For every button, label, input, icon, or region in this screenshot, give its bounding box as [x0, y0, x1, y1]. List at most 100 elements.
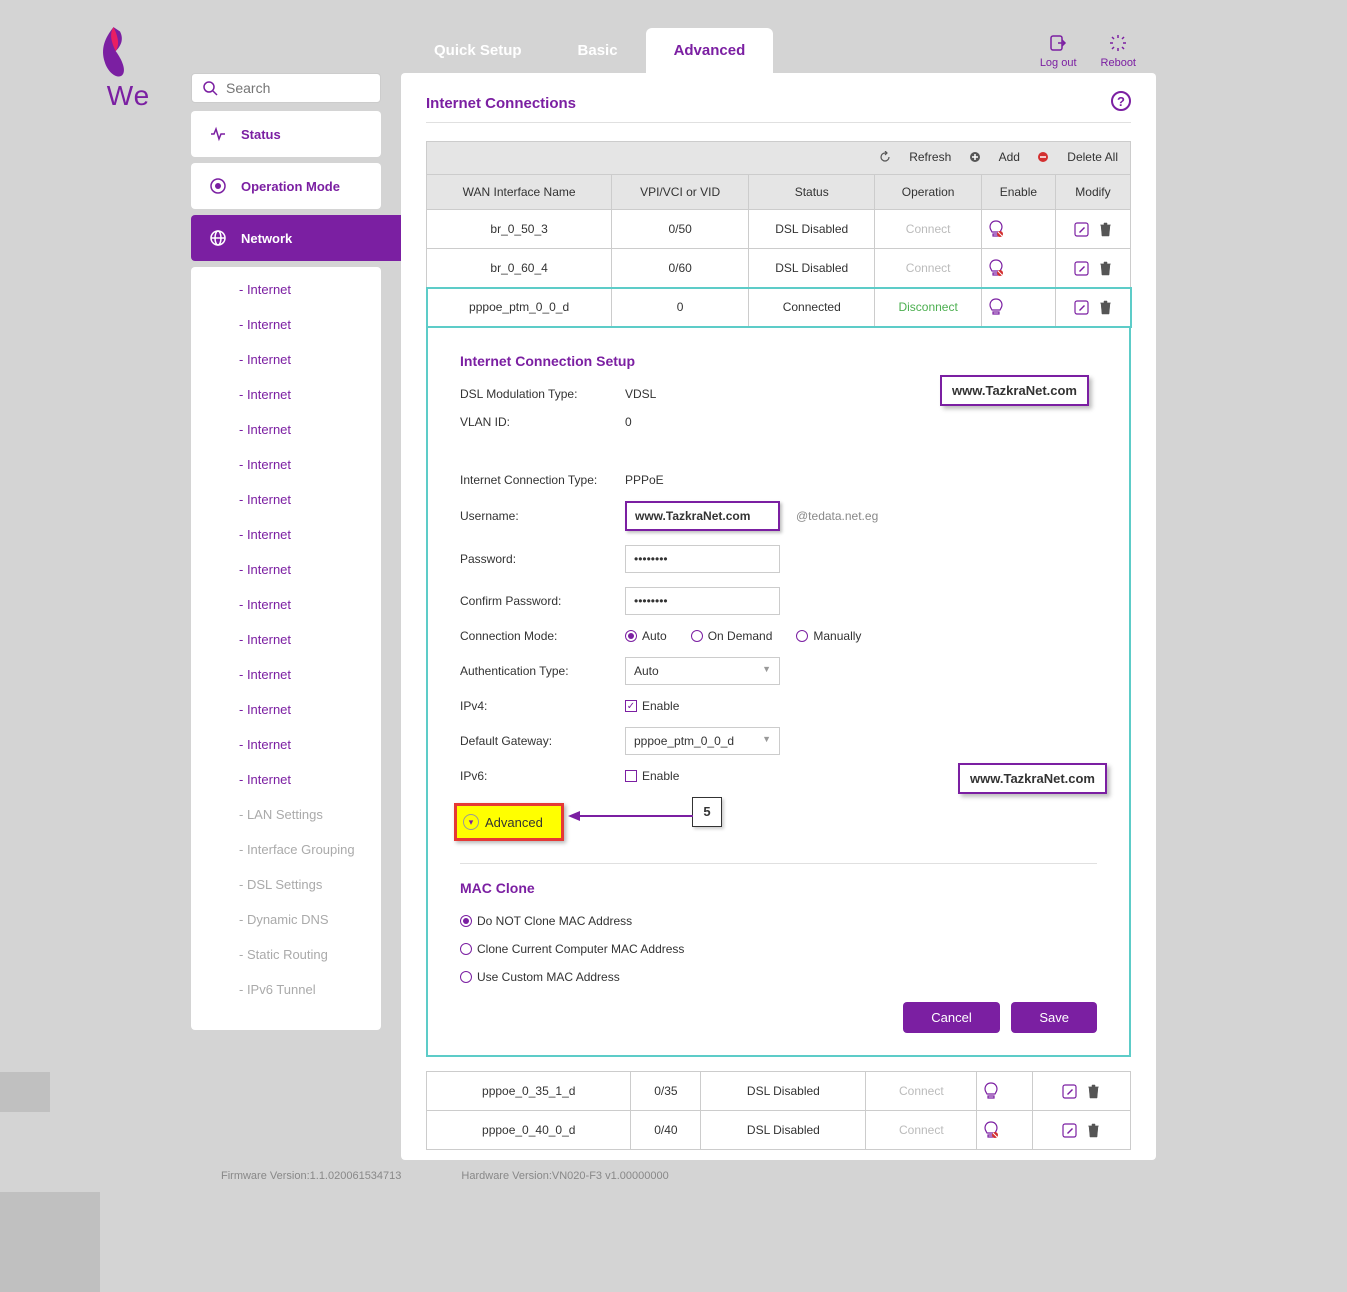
reboot-button[interactable]: Reboot: [1101, 32, 1136, 69]
mode-ondemand[interactable]: On Demand: [691, 629, 773, 643]
table-row[interactable]: pppoe_ptm_0_0_d0ConnectedDisconnect: [427, 288, 1131, 327]
confirm-label: Confirm Password:: [460, 594, 625, 608]
trash-icon[interactable]: [1099, 222, 1112, 237]
tab-advanced[interactable]: Advanced: [646, 28, 774, 73]
network-submenu: - Internet - Internet - Internet - Inter…: [191, 267, 381, 1030]
mac-opt-2[interactable]: Use Custom MAC Address: [460, 970, 620, 984]
reboot-icon: [1107, 32, 1129, 54]
add-button[interactable]: Add: [969, 150, 1020, 164]
tab-quick-setup[interactable]: Quick Setup: [406, 28, 550, 73]
subnav-internet[interactable]: - Internet: [191, 625, 381, 654]
help-icon[interactable]: ?: [1111, 91, 1131, 111]
delete-all-button[interactable]: Delete All: [1037, 150, 1118, 164]
subnav-internet[interactable]: - Internet: [191, 345, 381, 374]
search-box[interactable]: [191, 73, 381, 103]
content-panel: ? Internet Connections Refresh Add Delet…: [401, 73, 1156, 1160]
nav-status[interactable]: Status: [191, 111, 381, 157]
nav-network[interactable]: Network: [191, 215, 401, 261]
col-vpi: VPI/VCI or VID: [612, 175, 749, 210]
search-input[interactable]: [226, 80, 370, 96]
subnav-internet[interactable]: - Internet: [191, 380, 381, 409]
gw-select[interactable]: pppoe_ptm_0_0_d: [625, 727, 780, 755]
subnav-internet[interactable]: - Internet: [191, 555, 381, 584]
subnav-internet[interactable]: - Internet: [191, 275, 381, 304]
network-icon: [209, 229, 227, 247]
plus-icon: [969, 151, 981, 163]
table-row[interactable]: br_0_60_40/60DSL DisabledConnect: [427, 249, 1131, 288]
subnav-internet[interactable]: - Internet: [191, 765, 381, 794]
logout-button[interactable]: Log out: [1040, 32, 1077, 69]
col-modify: Modify: [1055, 175, 1130, 210]
edit-icon[interactable]: [1074, 300, 1089, 315]
confirm-input[interactable]: ••••••••: [625, 587, 780, 615]
subnav-internet[interactable]: - Internet: [191, 485, 381, 514]
ipv4-label: IPv4:: [460, 699, 625, 713]
tab-basic[interactable]: Basic: [550, 28, 646, 73]
mode-label: Connection Mode:: [460, 629, 625, 643]
brand-name: We: [91, 80, 166, 112]
status-icon: [209, 125, 227, 143]
cancel-button[interactable]: Cancel: [903, 1002, 999, 1033]
ipv4-enable[interactable]: ✓Enable: [625, 699, 679, 713]
chevron-down-icon: ▾: [463, 814, 479, 830]
refresh-button[interactable]: Refresh: [879, 150, 951, 164]
table-row[interactable]: pppoe_0_40_0_d0/40DSL DisabledConnect: [427, 1111, 1131, 1150]
username-input[interactable]: www.TazkraNet.com: [625, 501, 780, 531]
minus-icon: [1037, 151, 1049, 163]
subnav-routing[interactable]: - Static Routing: [191, 940, 381, 969]
col-status: Status: [749, 175, 875, 210]
edit-icon[interactable]: [1074, 222, 1089, 237]
trash-icon[interactable]: [1099, 261, 1112, 276]
mode-auto[interactable]: Auto: [625, 629, 667, 643]
refresh-icon: [879, 151, 891, 163]
table-row[interactable]: br_0_50_30/50DSL DisabledConnect: [427, 210, 1131, 249]
setup-title: Internet Connection Setup: [460, 353, 1097, 369]
gw-label: Default Gateway:: [460, 734, 625, 748]
subnav-internet[interactable]: - Internet: [191, 695, 381, 724]
ipv6-label: IPv6:: [460, 769, 625, 783]
subnav-internet[interactable]: - Internet: [191, 310, 381, 339]
advanced-toggle[interactable]: ▾ Advanced: [454, 803, 564, 841]
save-button[interactable]: Save: [1011, 1002, 1097, 1033]
auth-label: Authentication Type:: [460, 664, 625, 678]
trash-icon[interactable]: [1087, 1123, 1100, 1138]
password-label: Password:: [460, 552, 625, 566]
watermark: www.TazkraNet.com: [958, 763, 1107, 794]
vlan-value: 0: [625, 415, 632, 429]
subnav-dsl[interactable]: - DSL Settings: [191, 870, 381, 899]
nav-operation-mode[interactable]: Operation Mode: [191, 163, 381, 209]
subnav-ipv6[interactable]: - IPv6 Tunnel: [191, 975, 381, 1004]
subnav-ifgroup[interactable]: - Interface Grouping: [191, 835, 381, 864]
watermark: www.TazkraNet.com: [940, 375, 1089, 406]
annotation-arrow: [568, 809, 693, 823]
auth-select[interactable]: Auto: [625, 657, 780, 685]
mac-title: MAC Clone: [460, 863, 1097, 896]
subnav-internet[interactable]: - Internet: [191, 730, 381, 759]
dsl-type-value: VDSL: [625, 387, 656, 401]
brand-logo: We: [91, 25, 166, 112]
logout-icon: [1047, 32, 1069, 54]
edit-icon[interactable]: [1062, 1123, 1077, 1138]
mac-opt-1[interactable]: Clone Current Computer MAC Address: [460, 942, 684, 956]
subnav-internet[interactable]: - Internet: [191, 415, 381, 444]
subnav-internet[interactable]: - Internet: [191, 590, 381, 619]
annotation-step: 5: [692, 797, 722, 827]
password-input[interactable]: ••••••••: [625, 545, 780, 573]
subnav-ddns[interactable]: - Dynamic DNS: [191, 905, 381, 934]
conn-type-label: Internet Connection Type:: [460, 473, 625, 487]
mode-manually[interactable]: Manually: [796, 629, 861, 643]
subnav-internet[interactable]: - Internet: [191, 660, 381, 689]
edit-icon[interactable]: [1074, 261, 1089, 276]
ipv6-enable[interactable]: Enable: [625, 769, 679, 783]
mac-opt-0[interactable]: Do NOT Clone MAC Address: [460, 914, 632, 928]
col-name: WAN Interface Name: [427, 175, 612, 210]
edit-icon[interactable]: [1062, 1084, 1077, 1099]
subnav-internet[interactable]: - Internet: [191, 450, 381, 479]
trash-icon[interactable]: [1099, 300, 1112, 315]
footer: Firmware Version:1.1.020061534713 Hardwa…: [191, 1160, 1156, 1186]
trash-icon[interactable]: [1087, 1084, 1100, 1099]
subnav-internet[interactable]: - Internet: [191, 520, 381, 549]
table-row[interactable]: pppoe_0_35_1_d0/35DSL DisabledConnect: [427, 1072, 1131, 1111]
page-title: Internet Connections: [426, 95, 1131, 123]
subnav-lan[interactable]: - LAN Settings: [191, 800, 381, 829]
